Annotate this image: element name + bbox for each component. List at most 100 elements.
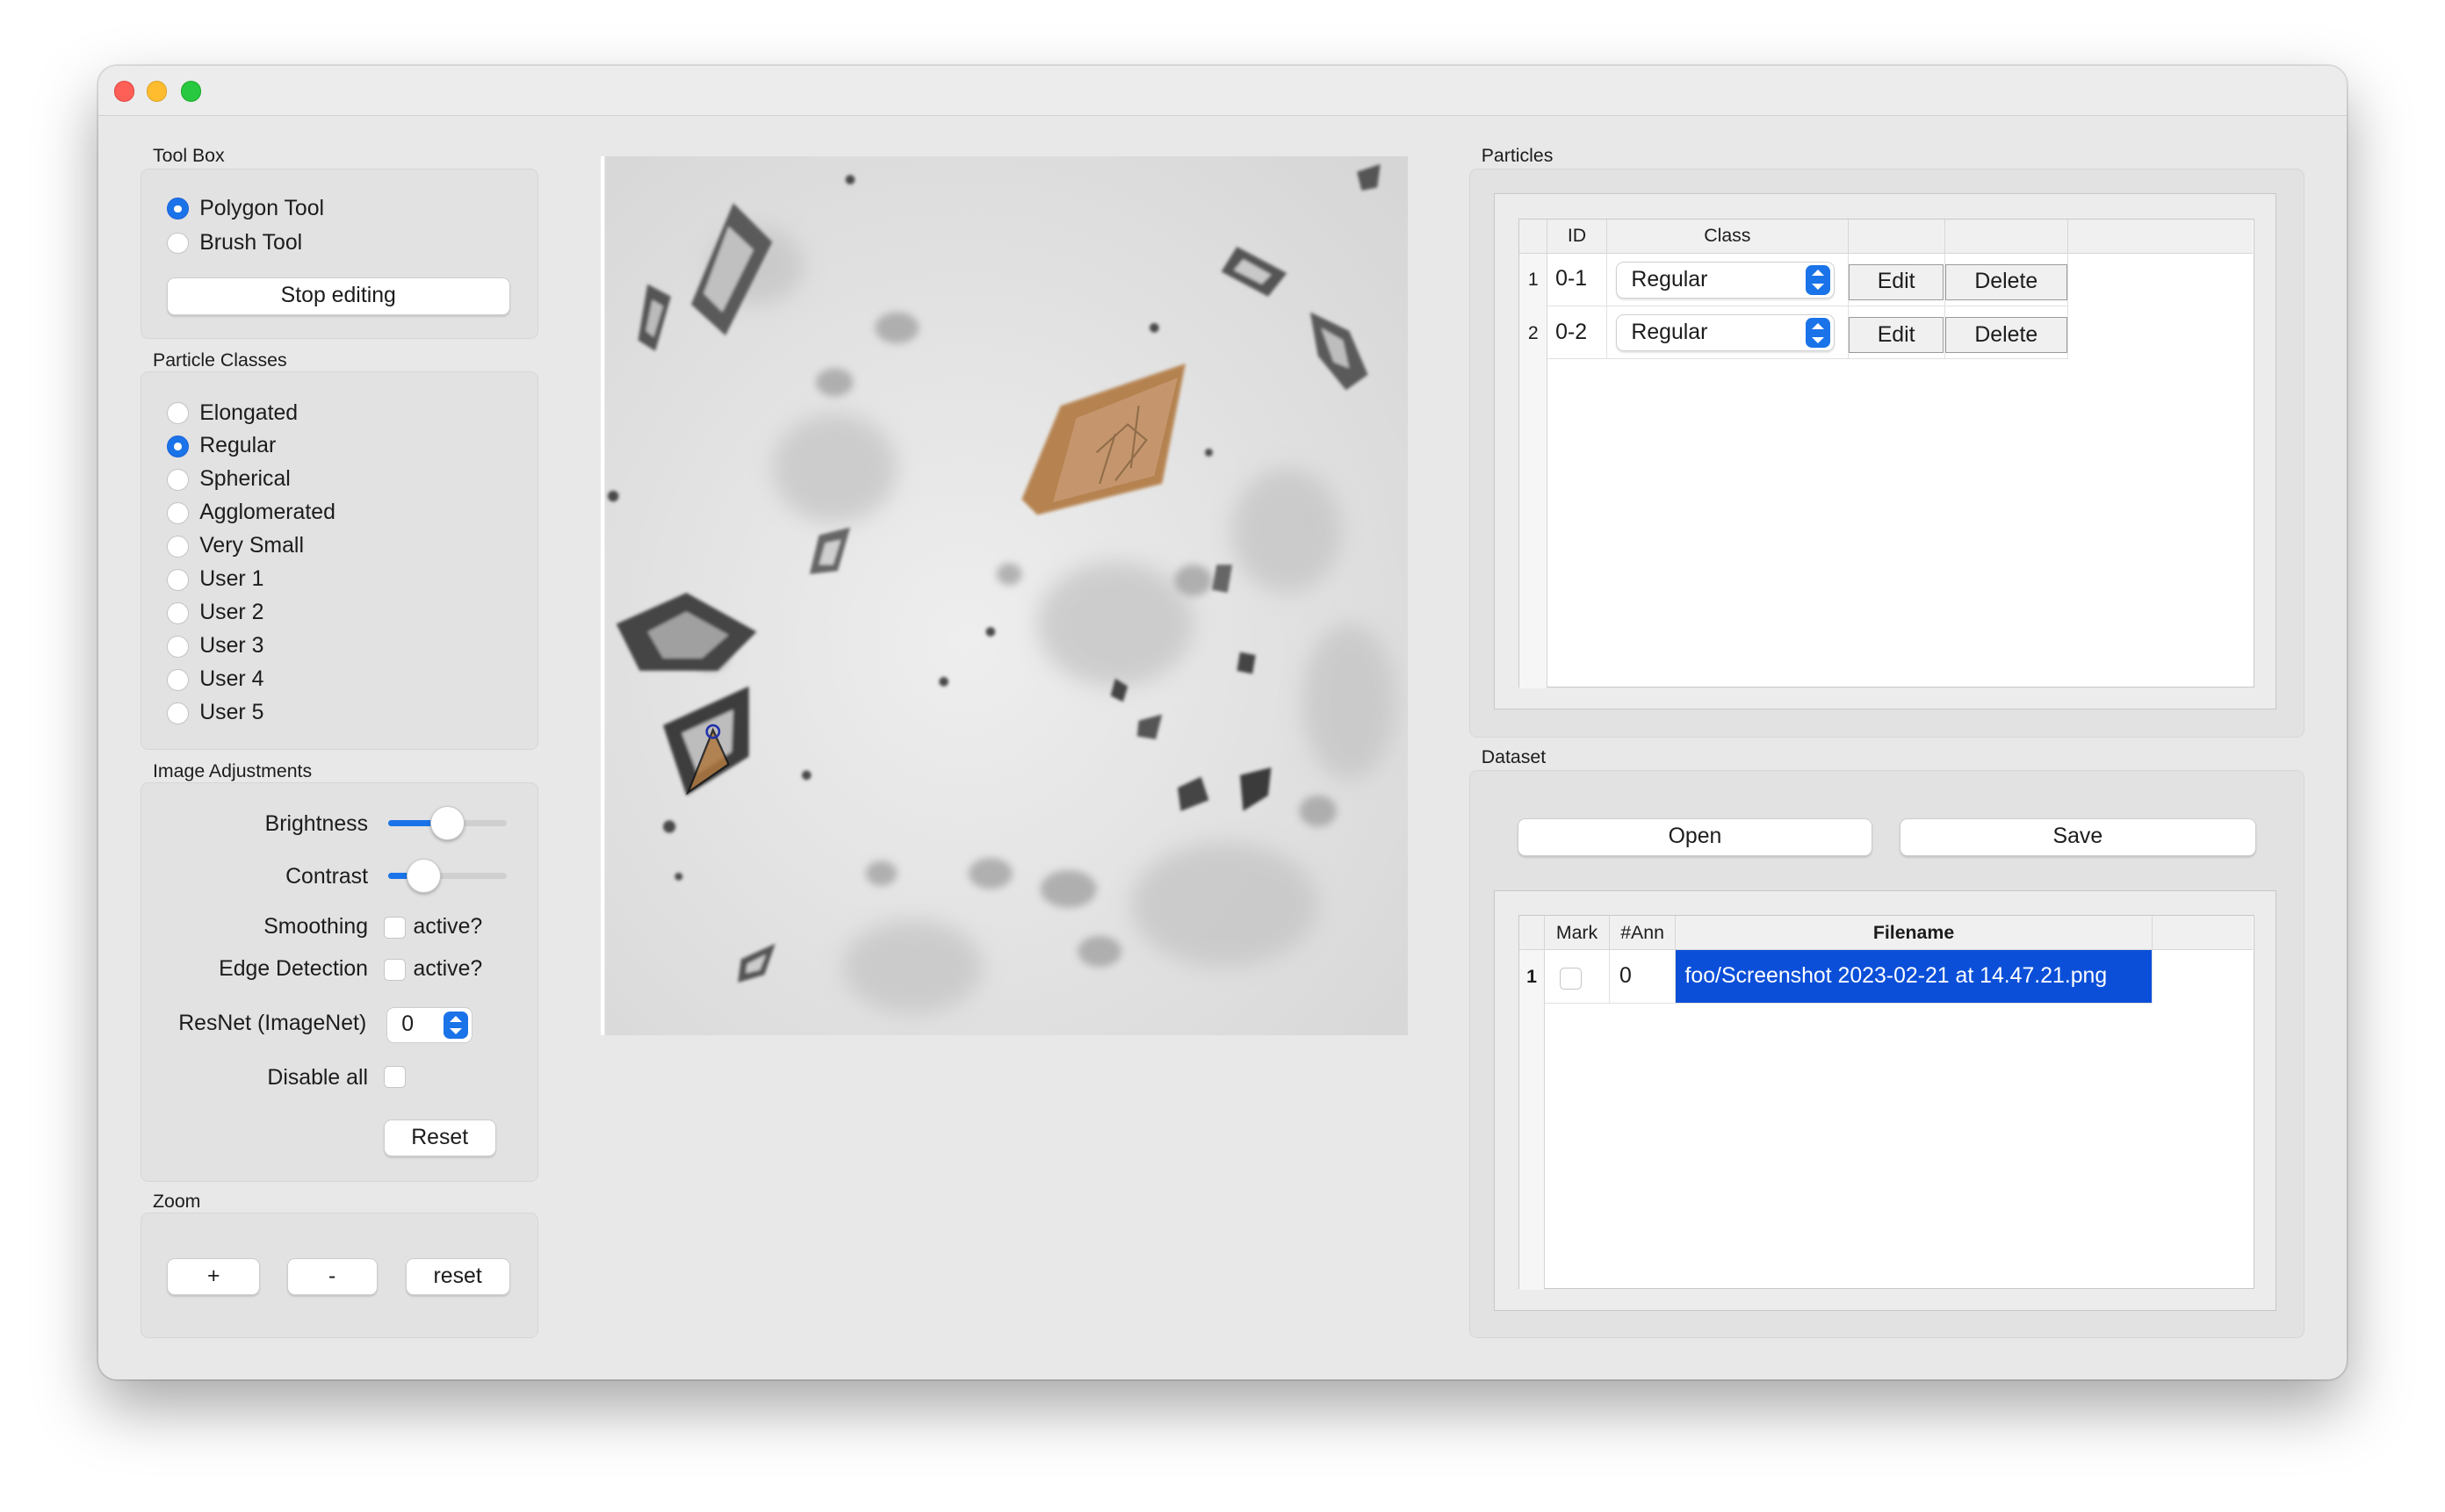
edge-detection-checkbox-label: active? — [413, 957, 483, 982]
edge-detection-checkbox[interactable] — [383, 958, 406, 981]
brightness-slider[interactable] — [388, 805, 508, 840]
class-option-spherical[interactable]: Spherical — [166, 464, 291, 496]
row-number: 1 — [1519, 950, 1545, 1004]
adjustments-reset-button[interactable]: Reset — [383, 1119, 496, 1157]
edit-particle-button[interactable]: Edit — [1848, 264, 1944, 300]
radio-icon — [166, 436, 189, 457]
smoothing-label: Smoothing — [263, 915, 369, 940]
class-option-label: User 5 — [199, 701, 264, 725]
column-header-filename[interactable]: Filename — [1675, 916, 2153, 951]
radio-icon — [166, 669, 189, 691]
particle-classes-title: Particle Classes — [152, 349, 287, 371]
row-number: 1 — [1519, 253, 1548, 306]
class-option-label: User 3 — [199, 634, 264, 659]
particles-table[interactable]: ID Class 1 0-1 Regular Edit Delete 2 0-2 Regula… — [1518, 218, 2255, 688]
brightness-slider-knob[interactable] — [430, 805, 465, 840]
radio-icon — [166, 232, 189, 255]
particle-class-value: Regular — [1631, 267, 1708, 292]
class-option-label: Regular — [199, 434, 277, 458]
chevron-updown-icon — [1806, 265, 1831, 295]
smoothing-checkbox-label: active? — [413, 915, 483, 940]
class-option-label: Agglomerated — [199, 500, 335, 525]
class-option-user-3[interactable]: User 3 — [166, 631, 264, 663]
resnet-label: ResNet (ImageNet) — [178, 1012, 367, 1036]
tool-option-label: Polygon Tool — [199, 196, 325, 220]
smoothing-checkbox[interactable] — [383, 916, 406, 939]
class-option-user-1[interactable]: User 1 — [166, 565, 264, 596]
class-option-label: Very Small — [199, 534, 304, 558]
column-header-class[interactable]: Class — [1606, 219, 1849, 254]
class-option-user-2[interactable]: User 2 — [166, 598, 264, 630]
class-option-agglomerated[interactable]: Agglomerated — [166, 498, 335, 529]
mark-checkbox[interactable] — [1560, 967, 1583, 990]
corner-header — [1519, 219, 1548, 254]
class-option-label: User 2 — [199, 601, 264, 625]
tool-option-polygon[interactable]: Polygon Tool — [166, 193, 325, 225]
image-canvas[interactable] — [600, 155, 1409, 1035]
corner-header — [1519, 916, 1545, 951]
column-header-mark[interactable]: Mark — [1544, 916, 1611, 951]
toolbox-title: Tool Box — [152, 145, 225, 167]
particle-id-cell[interactable]: 0-2 — [1547, 306, 1607, 360]
minimize-window-button[interactable] — [146, 81, 168, 102]
disable-all-label: Disable all — [267, 1066, 369, 1091]
close-window-button[interactable] — [113, 81, 134, 102]
disable-all-checkbox[interactable] — [383, 1066, 406, 1089]
header-filler — [2068, 219, 2253, 254]
open-dataset-button[interactable]: Open — [1517, 818, 1873, 856]
zoom-in-button[interactable]: + — [166, 1257, 261, 1296]
zoom-reset-button[interactable]: reset — [405, 1257, 510, 1296]
image-adjustments-title: Image Adjustments — [152, 760, 313, 782]
radio-icon — [166, 602, 189, 624]
zoom-window-button[interactable] — [180, 81, 202, 102]
column-header-ann[interactable]: #Ann — [1610, 916, 1676, 951]
column-header-delete[interactable] — [1945, 219, 2069, 254]
radio-icon — [166, 536, 189, 558]
dataset-title: Dataset — [1481, 746, 1547, 768]
spin-arrows-icon[interactable] — [444, 1011, 469, 1040]
particles-title: Particles — [1481, 145, 1554, 167]
radio-icon — [166, 198, 189, 220]
particle-class-value: Regular — [1631, 320, 1708, 345]
class-option-label: User 4 — [199, 667, 264, 692]
brightness-label: Brightness — [264, 812, 369, 837]
delete-particle-button[interactable]: Delete — [1945, 317, 2067, 354]
radio-icon — [166, 402, 189, 424]
class-option-user-5[interactable]: User 5 — [166, 698, 264, 730]
filename-cell[interactable]: foo/Screenshot 2023-02-21 at 14.47.21.pn… — [1675, 950, 2153, 1004]
save-dataset-button[interactable]: Save — [1899, 818, 2257, 856]
chevron-updown-icon — [1806, 318, 1831, 348]
row-number: 2 — [1519, 306, 1548, 360]
particle-id-cell[interactable]: 0-1 — [1547, 253, 1607, 306]
edit-particle-button[interactable]: Edit — [1848, 317, 1944, 354]
radio-icon — [166, 636, 189, 658]
title-bar — [97, 65, 2348, 117]
contrast-label: Contrast — [285, 865, 369, 889]
class-option-label: User 1 — [199, 567, 264, 592]
class-option-elongated[interactable]: Elongated — [166, 398, 299, 429]
particle-class-select[interactable]: Regular — [1616, 261, 1835, 299]
tool-option-brush[interactable]: Brush Tool — [166, 227, 303, 259]
column-header-id[interactable]: ID — [1547, 219, 1607, 254]
class-option-label: Spherical — [199, 467, 291, 492]
stop-editing-button[interactable]: Stop editing — [166, 277, 510, 315]
radio-icon — [166, 702, 189, 724]
particle-class-select[interactable]: Regular — [1616, 313, 1835, 352]
resnet-spinbox[interactable]: 0 — [386, 1006, 472, 1043]
radio-icon — [166, 469, 189, 491]
annotation-count-cell[interactable]: 0 — [1610, 950, 1676, 1004]
delete-particle-button[interactable]: Delete — [1945, 264, 2067, 300]
zoom-title: Zoom — [152, 1191, 201, 1213]
radio-icon — [166, 569, 189, 591]
tool-option-label: Brush Tool — [199, 230, 303, 255]
contrast-slider[interactable] — [388, 859, 508, 894]
class-option-label: Elongated — [199, 400, 299, 425]
column-header-edit[interactable] — [1848, 219, 1946, 254]
class-option-regular[interactable]: Regular — [166, 431, 277, 463]
class-option-user-4[interactable]: User 4 — [166, 665, 264, 696]
resnet-value: 0 — [401, 1012, 415, 1037]
dataset-table[interactable]: Mark #Ann Filename 1 0 foo/Screenshot 2023… — [1518, 915, 2255, 1291]
class-option-very-small[interactable]: Very Small — [166, 531, 304, 563]
radio-icon — [166, 502, 189, 524]
zoom-out-button[interactable]: - — [286, 1257, 378, 1296]
